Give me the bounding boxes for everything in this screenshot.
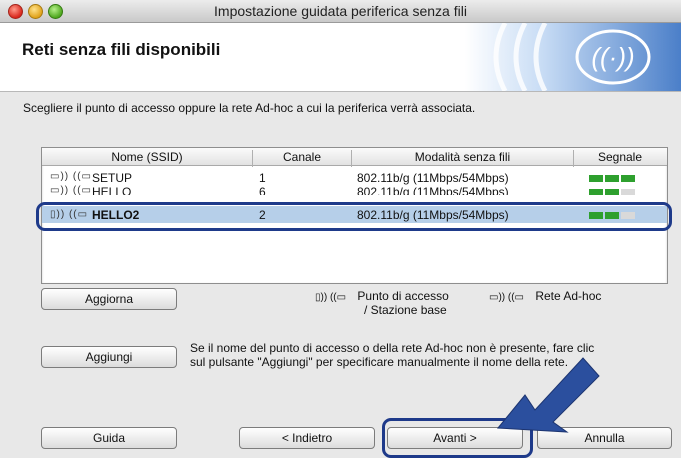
ad-hoc-icon: ▭)) ((▭ bbox=[50, 171, 92, 182]
legend-access-point-label: Punto di accesso bbox=[357, 289, 449, 303]
signal-indicator bbox=[589, 188, 637, 195]
column-header-ssid[interactable]: Nome (SSID) bbox=[42, 150, 252, 164]
svg-text:((·)): ((·)) bbox=[591, 42, 634, 72]
table-row[interactable]: ▭)) ((▭ SETUP 1 802.11b/g (11Mbps/54Mbps… bbox=[42, 171, 667, 185]
channel-cell: 1 bbox=[259, 171, 266, 185]
column-header-mode[interactable]: Modalità senza fili bbox=[352, 150, 573, 164]
column-header-channel[interactable]: Canale bbox=[253, 150, 351, 164]
mode-cell: 802.11b/g (11Mbps/54Mbps) bbox=[357, 185, 509, 195]
pointer-arrow-icon bbox=[496, 357, 600, 433]
ad-hoc-icon: ▭)) ((▭ bbox=[489, 292, 524, 303]
page-title: Reti senza fili disponibili bbox=[22, 40, 221, 59]
ad-hoc-icon: ▭)) ((▭ bbox=[50, 185, 92, 195]
legend-access-point: ▯)) ((▭ Punto di accesso bbox=[315, 289, 449, 303]
ssid-cell: SETUP bbox=[92, 171, 133, 185]
wizard-window: Impostazione guidata periferica senza fi… bbox=[0, 0, 681, 458]
ssid-cell: HELLO bbox=[92, 185, 132, 195]
help-button[interactable]: Guida bbox=[41, 427, 177, 449]
header-banner: Reti senza fili disponibili ((·)) bbox=[0, 23, 681, 92]
title-bar: Impostazione guidata periferica senza fi… bbox=[0, 0, 681, 23]
window-title: Impostazione guidata periferica senza fi… bbox=[214, 3, 467, 19]
list-header: Nome (SSID) Canale Modalità senza fili S… bbox=[42, 148, 667, 167]
legend-adhoc-label: Rete Ad-hoc bbox=[535, 289, 602, 303]
back-button[interactable]: < Indietro bbox=[239, 427, 375, 449]
refresh-button[interactable]: Aggiorna bbox=[41, 288, 177, 310]
signal-indicator bbox=[589, 174, 637, 183]
wireless-logo-icon: ((·)) bbox=[465, 23, 681, 91]
mode-cell: 802.11b/g (11Mbps/54Mbps) bbox=[357, 171, 509, 185]
column-header-signal[interactable]: Segnale bbox=[574, 150, 666, 164]
legend-base-station-label: / Stazione base bbox=[364, 303, 447, 317]
instruction-text: Scegliere il punto di accesso oppure la … bbox=[23, 101, 476, 115]
add-button[interactable]: Aggiungi bbox=[41, 346, 177, 368]
access-point-icon: ▯)) ((▭ bbox=[315, 292, 347, 303]
table-row[interactable]: ▭)) ((▭ HELLO 6 802.11b/g (11Mbps/54Mbps… bbox=[42, 185, 667, 195]
selection-highlight-outline bbox=[36, 202, 672, 231]
legend-adhoc: ▭)) ((▭ Rete Ad-hoc bbox=[489, 289, 601, 303]
channel-cell: 6 bbox=[259, 185, 266, 195]
